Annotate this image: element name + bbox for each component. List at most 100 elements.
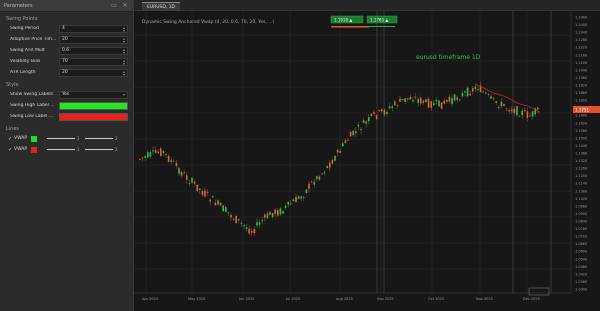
candle-body bbox=[227, 212, 230, 214]
line-style-slider[interactable] bbox=[85, 149, 113, 150]
candle-body bbox=[474, 86, 477, 89]
line-color-swatch[interactable] bbox=[31, 146, 37, 153]
candle-body bbox=[378, 110, 380, 111]
candle-body bbox=[292, 199, 295, 202]
price-tick-label: 1.2280 bbox=[575, 38, 587, 42]
price-tick-label: 1.0300 bbox=[575, 288, 587, 292]
line-color-swatch[interactable] bbox=[31, 135, 37, 142]
line-style-value: 2 bbox=[115, 136, 118, 141]
candle-body bbox=[297, 196, 300, 199]
candle-body bbox=[482, 91, 484, 93]
price-tick-label: 1.0600 bbox=[575, 250, 587, 254]
candle-body bbox=[173, 160, 175, 162]
line-style-slider[interactable] bbox=[85, 138, 113, 139]
candle-body bbox=[440, 102, 443, 109]
candle-body bbox=[222, 205, 224, 212]
spinner-icon[interactable]: ▴ ▾ bbox=[123, 58, 125, 66]
candle-body bbox=[264, 214, 266, 218]
candlestick-series bbox=[139, 81, 539, 237]
candle-body bbox=[516, 106, 518, 115]
chart-canvas[interactable]: Dynamic Swing Anchored Vwap (4, 20, 0.6,… bbox=[134, 11, 600, 311]
candle-body bbox=[334, 155, 336, 161]
candle-body bbox=[318, 176, 321, 180]
price-tick-label: 1.0960 bbox=[575, 204, 587, 208]
candle-body bbox=[238, 219, 240, 221]
detach-icon[interactable]: ▭ bbox=[110, 2, 118, 10]
candle-body bbox=[453, 94, 456, 101]
candle-body bbox=[321, 173, 323, 175]
volatility-bias-input[interactable]: 70 ▴ ▾ bbox=[59, 57, 128, 66]
price-tick-label: 1.1680 bbox=[575, 114, 587, 118]
candle-body bbox=[342, 143, 344, 147]
time-tick-label: Jun 2025 bbox=[238, 297, 255, 301]
candle-body bbox=[412, 100, 414, 102]
swing-low-color-swatch[interactable] bbox=[59, 112, 128, 121]
price-tick-label: 1.1560 bbox=[575, 129, 587, 133]
candle-body bbox=[245, 227, 248, 229]
line-width-slider[interactable] bbox=[47, 149, 75, 150]
candle-body bbox=[253, 229, 256, 234]
candle-body bbox=[147, 152, 149, 158]
candle-body bbox=[240, 222, 243, 224]
spinner-icon[interactable]: ▴ ▾ bbox=[123, 36, 125, 44]
candle-body bbox=[300, 196, 302, 199]
marker-label-2[interactable]: 1.1765 ▲ bbox=[366, 15, 398, 27]
chart-tab-bar: EURUSD, 1D bbox=[134, 0, 600, 11]
param-label: ATR Length bbox=[10, 70, 36, 75]
price-tick-label: 1.2160 bbox=[575, 53, 587, 57]
candle-body bbox=[508, 109, 510, 112]
param-row-atr-length: ATR Length 20 ▴ ▾ bbox=[0, 67, 133, 78]
time-axis: Apr 2025 May 2025 Jun 2025 Jul 2025 Aug 2025… bbox=[134, 292, 571, 301]
candle-body bbox=[456, 97, 458, 100]
swing-period-input[interactable]: 4 ▴ ▾ bbox=[59, 24, 128, 33]
price-tick-label: 1.1920 bbox=[575, 84, 587, 88]
price-tick-label: 1.1440 bbox=[575, 144, 587, 148]
price-tick-label: 1.1140 bbox=[575, 182, 587, 186]
candle-body bbox=[290, 203, 292, 205]
candle-body bbox=[362, 120, 365, 123]
price-chart[interactable]: Dynamic Swing Anchored Vwap (4, 20, 0.6,… bbox=[134, 11, 600, 311]
swing-atr-mult-input[interactable]: 0.6 ▴ ▾ bbox=[59, 46, 128, 55]
line-name: VWAP bbox=[14, 147, 28, 152]
candle-body bbox=[277, 210, 279, 216]
line-style-value: 2 bbox=[115, 147, 118, 152]
candle-body bbox=[183, 172, 185, 174]
candle-body bbox=[409, 97, 412, 100]
marker-label-1[interactable]: 1.1918 ▲ bbox=[330, 15, 369, 28]
tab-eurusd-1d[interactable]: EURUSD, 1D bbox=[142, 2, 180, 11]
candle-body bbox=[422, 100, 425, 104]
spinner-icon[interactable]: ▴ ▾ bbox=[123, 25, 125, 33]
price-tick-label: 1.0840 bbox=[575, 220, 587, 224]
show-swing-labels-select[interactable]: Yes ▾ bbox=[59, 90, 128, 99]
candle-body bbox=[287, 201, 289, 205]
candle-body bbox=[271, 213, 274, 218]
candle-body bbox=[217, 200, 219, 205]
candle-body bbox=[154, 149, 157, 153]
candle-body bbox=[331, 160, 334, 164]
adaptive-price-input[interactable]: 20 ▴ ▾ bbox=[59, 35, 128, 44]
scroll-handle[interactable] bbox=[528, 287, 550, 296]
marker-label-text: 1.1918 ▲ bbox=[334, 18, 353, 23]
candle-body bbox=[347, 139, 349, 141]
candle-body bbox=[235, 215, 237, 224]
candle-body bbox=[469, 93, 471, 96]
section-swing-points: Swing Points bbox=[6, 16, 38, 22]
line-width-slider[interactable] bbox=[47, 138, 75, 139]
price-tick-label: 1.1860 bbox=[575, 91, 587, 95]
candle-body bbox=[329, 162, 331, 168]
candle-body bbox=[232, 218, 235, 220]
atr-length-input[interactable]: 20 ▴ ▾ bbox=[59, 68, 128, 77]
time-tick-label: Jul 2025 bbox=[285, 297, 300, 301]
candle-body bbox=[511, 109, 513, 112]
candle-body bbox=[188, 182, 191, 184]
spinner-icon[interactable]: ▴ ▾ bbox=[123, 69, 125, 77]
candle-body bbox=[139, 158, 141, 160]
candle-body bbox=[420, 97, 422, 104]
candle-body bbox=[417, 98, 419, 103]
candle-body bbox=[284, 205, 287, 208]
candle-body bbox=[435, 100, 438, 102]
candle-body bbox=[495, 101, 497, 103]
spinner-icon[interactable]: ▴ ▾ bbox=[123, 47, 125, 55]
close-icon[interactable]: ✕ bbox=[121, 2, 129, 10]
swing-high-color-swatch[interactable] bbox=[59, 101, 128, 110]
